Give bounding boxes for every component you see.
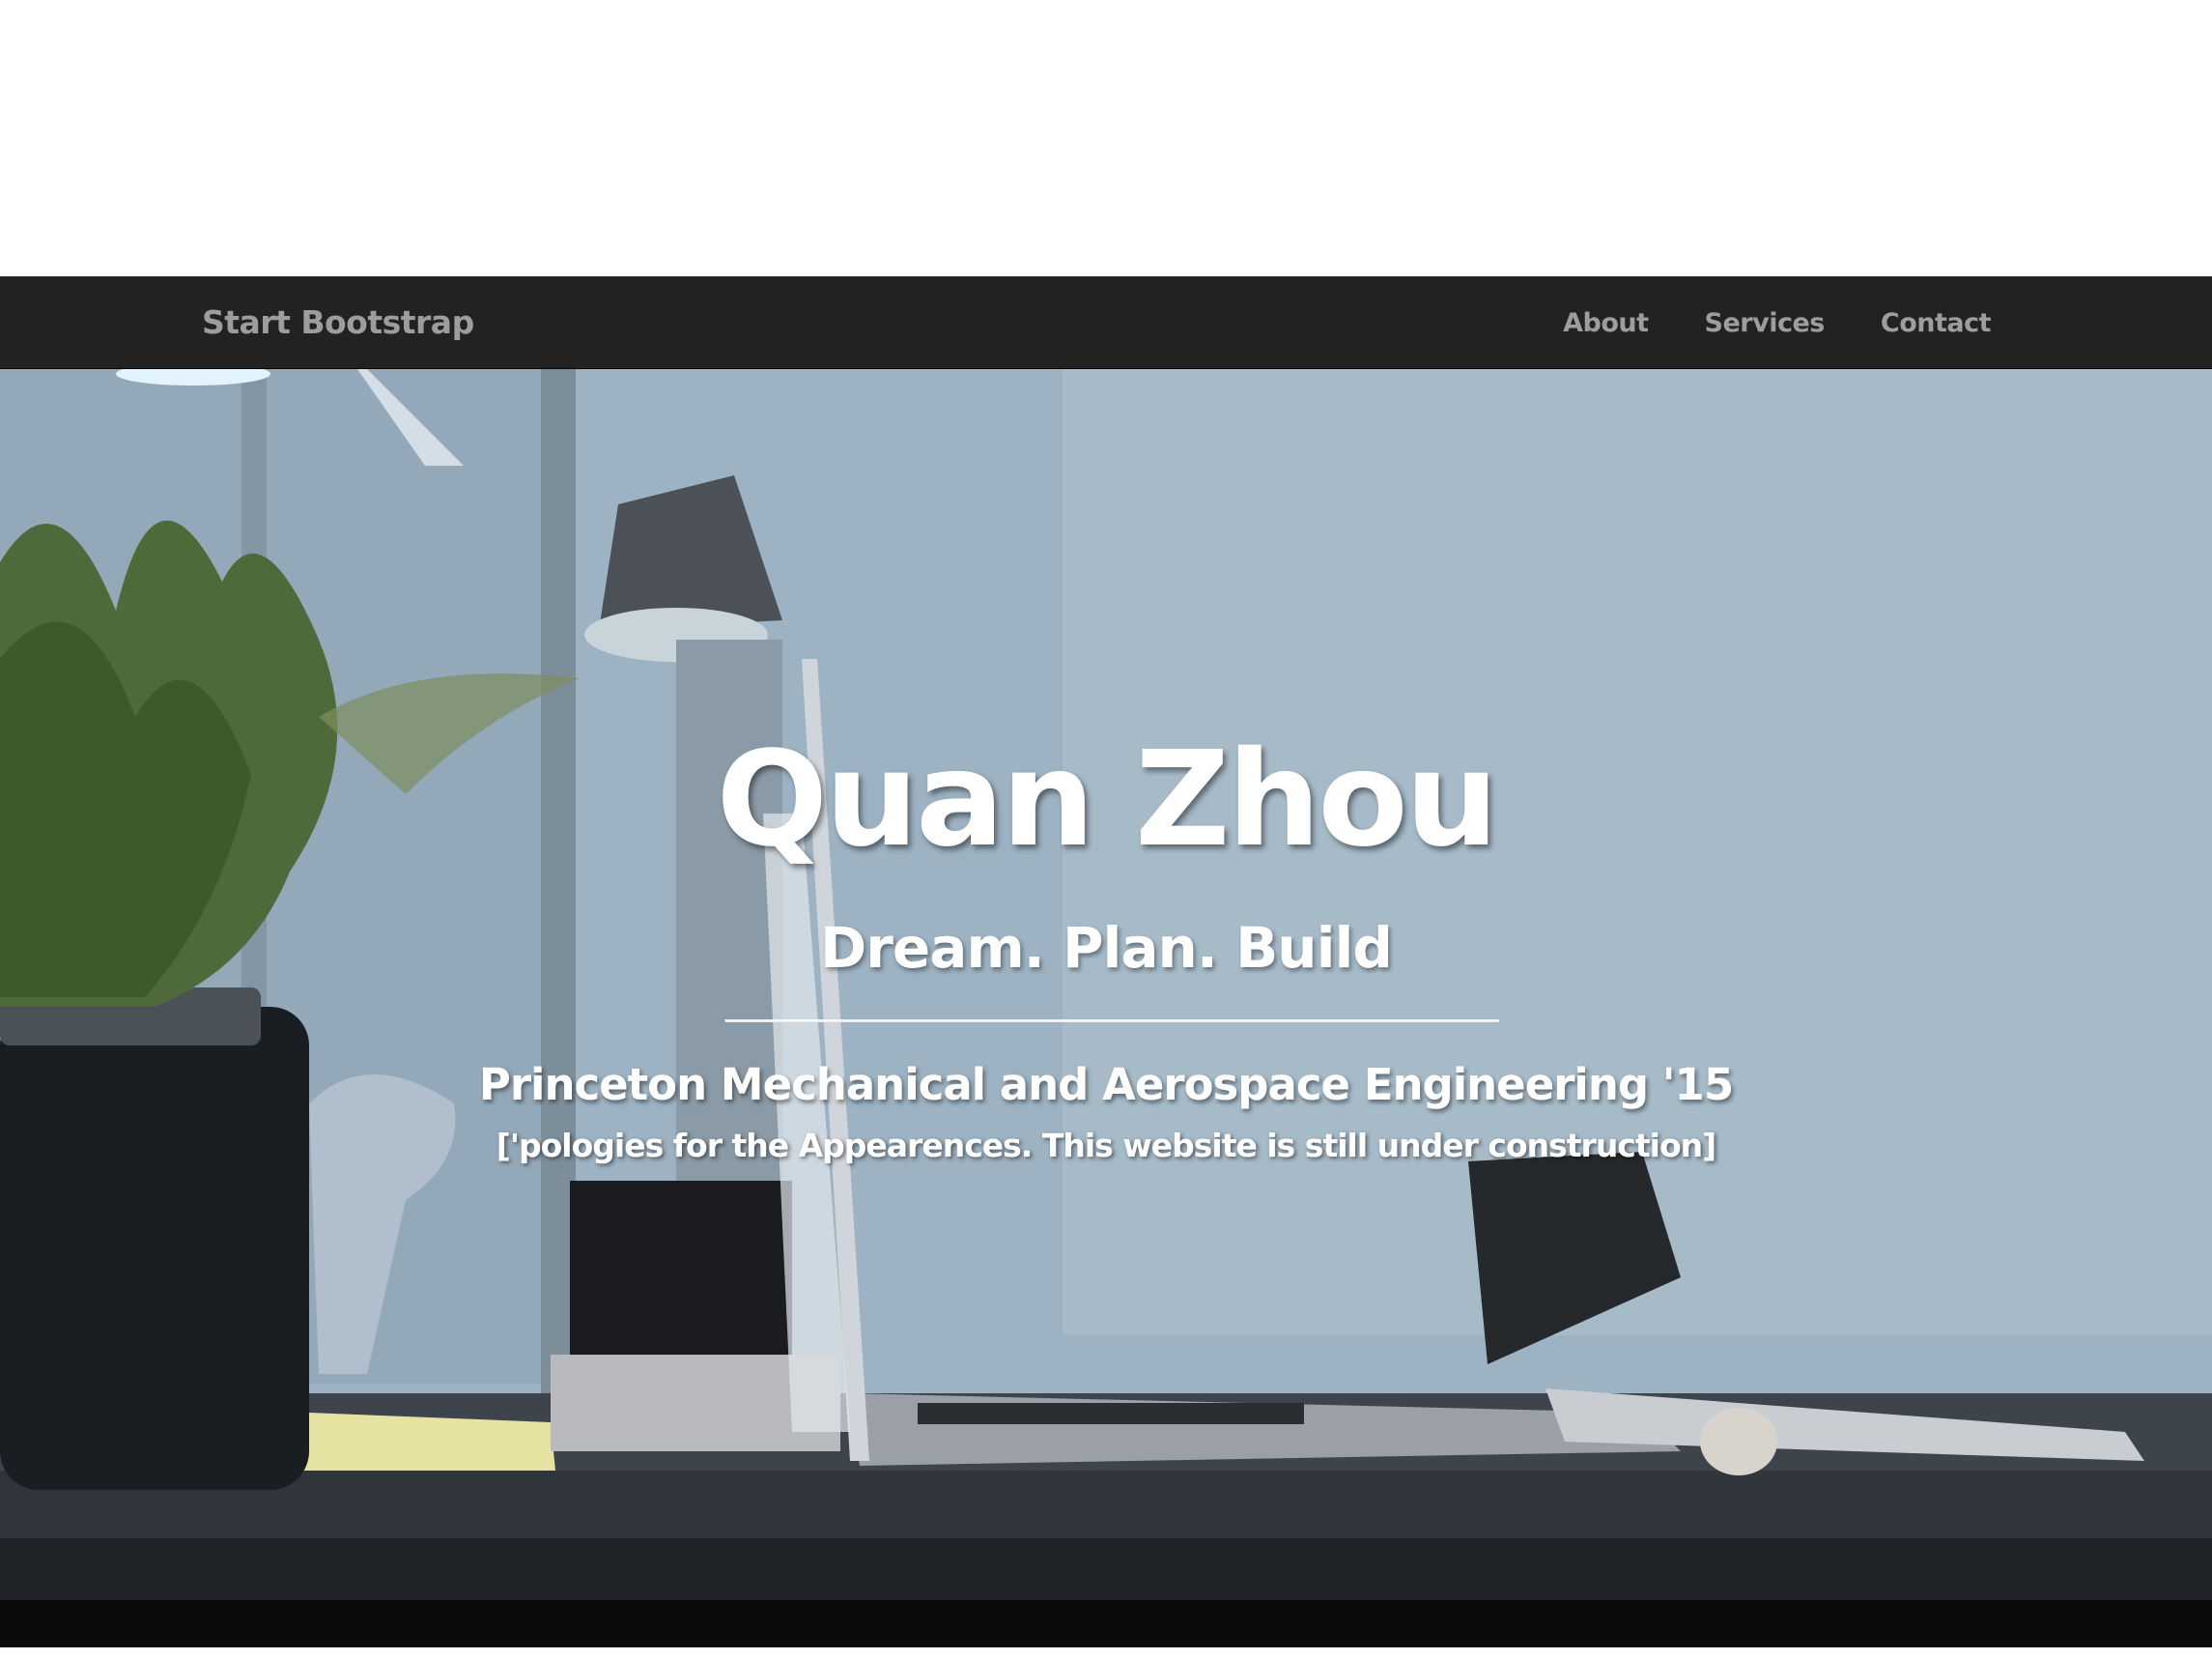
hero-section: [0, 369, 2212, 1647]
hero-construction-note: ['pologies for the Appearences. This web…: [496, 1127, 1716, 1164]
hero-bottom-shadow: [0, 1600, 2212, 1647]
nav-link-about[interactable]: About: [1563, 308, 1649, 338]
hero-school: Princeton Mechanical and Aerospace Engin…: [478, 1059, 1734, 1110]
hero-divider: [724, 1019, 1499, 1022]
hero-title: Quan Zhou: [716, 724, 1498, 876]
navbar-brand[interactable]: Start Bootstrap: [202, 276, 474, 369]
hero-tagline: Dream. Plan. Build: [820, 915, 1393, 981]
page-top-blank: [0, 0, 2212, 276]
nav-link-services[interactable]: Services: [1705, 308, 1826, 338]
top-navbar: Start Bootstrap About Services Contact: [0, 276, 2212, 369]
navbar-links: About Services Contact: [1563, 276, 1991, 369]
hero-background-image: [0, 369, 2212, 1647]
nav-link-contact[interactable]: Contact: [1881, 308, 1992, 338]
